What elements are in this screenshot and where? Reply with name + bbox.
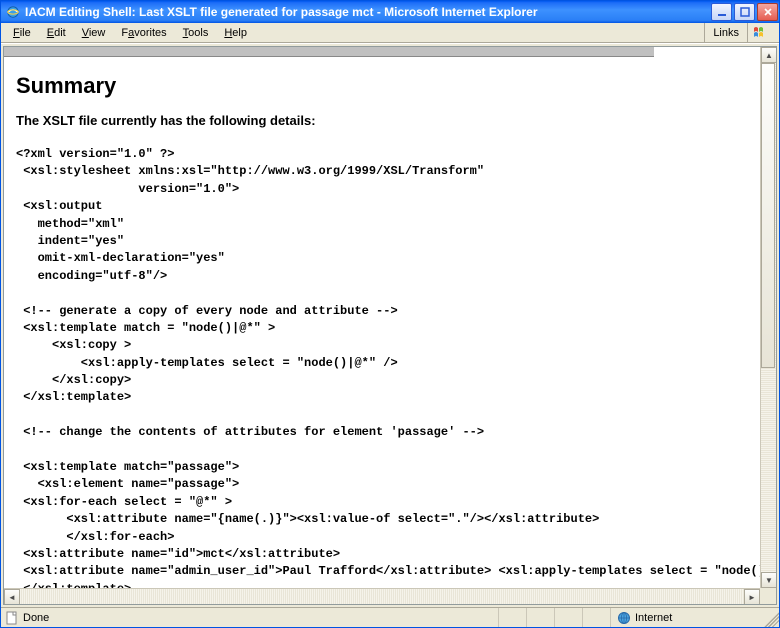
vscroll-thumb[interactable] (761, 63, 775, 368)
status-left: Done (1, 608, 499, 627)
scroll-right-button[interactable]: ► (744, 589, 760, 605)
menu-view[interactable]: View (74, 25, 114, 41)
status-pane-4 (583, 608, 611, 627)
hscroll-track[interactable] (20, 589, 744, 604)
scroll-corner (760, 588, 776, 604)
horizontal-scrollbar[interactable]: ◄ ► (4, 588, 760, 604)
status-bar: Done Internet (1, 607, 779, 627)
status-pane-2 (527, 608, 555, 627)
window-frame: IACM Editing Shell: Last XSLT file gener… (0, 0, 780, 628)
globe-icon (617, 611, 631, 625)
zone-label: Internet (635, 612, 672, 624)
title-bar[interactable]: IACM Editing Shell: Last XSLT file gener… (1, 1, 779, 23)
resize-grip[interactable] (761, 608, 779, 627)
document-viewport: Summary The XSLT file currently has the … (3, 46, 777, 605)
page-content: Summary The XSLT file currently has the … (4, 47, 760, 588)
ie-icon (5, 4, 21, 20)
page-lead: The XSLT file currently has the followin… (16, 113, 748, 128)
menu-file[interactable]: File (5, 25, 39, 41)
menu-tools[interactable]: Tools (175, 25, 217, 41)
menu-favorites[interactable]: Favorites (113, 25, 174, 41)
status-pane-1 (499, 608, 527, 627)
scroll-left-button[interactable]: ◄ (4, 589, 20, 605)
minimize-button[interactable] (711, 3, 732, 21)
window-title: IACM Editing Shell: Last XSLT file gener… (25, 5, 710, 19)
status-pane-3 (555, 608, 583, 627)
menu-edit[interactable]: Edit (39, 25, 74, 41)
menu-bar: File Edit View Favorites Tools Help Link… (1, 23, 779, 43)
maximize-button[interactable] (734, 3, 755, 21)
close-button[interactable] (757, 3, 778, 21)
scroll-down-button[interactable]: ▼ (761, 572, 777, 588)
menu-help[interactable]: Help (216, 25, 255, 41)
content-area: Summary The XSLT file currently has the … (1, 43, 779, 607)
security-zone[interactable]: Internet (611, 608, 761, 627)
links-toolbar[interactable]: Links (704, 23, 747, 42)
page-top-shade (4, 47, 654, 57)
status-text: Done (23, 612, 49, 624)
xslt-code-block: <?xml version="1.0" ?> <xsl:stylesheet x… (16, 146, 748, 588)
windows-logo-icon (747, 23, 775, 42)
vscroll-track[interactable] (761, 63, 776, 572)
page-title: Summary (16, 73, 748, 99)
page-icon (5, 611, 19, 625)
vertical-scrollbar[interactable]: ▲ ▼ (760, 47, 776, 588)
scroll-up-button[interactable]: ▲ (761, 47, 777, 63)
window-controls (710, 3, 779, 21)
